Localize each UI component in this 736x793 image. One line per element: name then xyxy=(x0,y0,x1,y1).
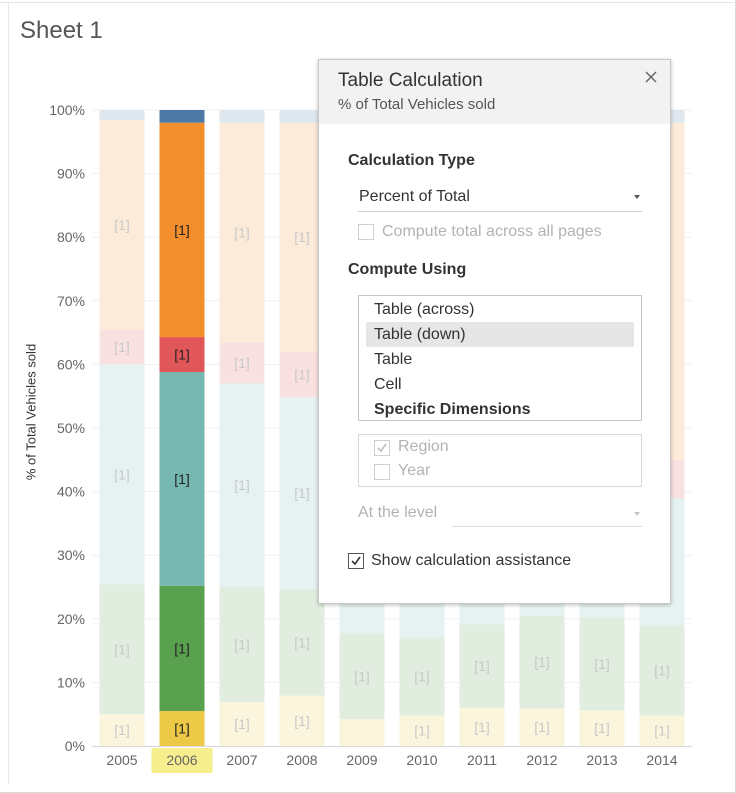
x-tick-label: 2010 xyxy=(406,752,437,768)
check-icon xyxy=(377,443,387,453)
calculation-type-value: Percent of Total xyxy=(359,188,470,205)
segment-label: [1] xyxy=(114,217,130,233)
x-tick-label: 2013 xyxy=(586,752,617,768)
at-the-level-dropdown[interactable] xyxy=(452,502,642,527)
segment-label: [1] xyxy=(594,656,610,672)
segment-label: [1] xyxy=(534,719,550,735)
x-tick-label: 2009 xyxy=(346,752,377,768)
at-the-level-label: At the level xyxy=(358,504,438,521)
segment-label: [1] xyxy=(114,339,130,355)
y-tick-label: 80% xyxy=(57,229,85,245)
segment-label: [1] xyxy=(414,668,430,684)
region-checkbox[interactable] xyxy=(374,440,390,456)
segment-label: [1] xyxy=(114,466,130,482)
segment-label: [1] xyxy=(474,658,490,674)
bar-segment xyxy=(159,110,205,123)
x-tick-label: 2008 xyxy=(286,752,317,768)
x-tick-label: 2007 xyxy=(226,752,257,768)
segment-label: [1] xyxy=(294,713,310,729)
y-tick-label: 40% xyxy=(57,484,85,500)
segment-label: [1] xyxy=(234,716,250,732)
bar-segment xyxy=(99,110,145,121)
segment-label: [1] xyxy=(114,722,130,738)
chevron-down-icon xyxy=(634,512,640,516)
close-icon[interactable] xyxy=(642,68,660,86)
year-label: Year xyxy=(398,462,431,479)
compute-option-specific-dimensions[interactable]: Specific Dimensions xyxy=(366,397,634,422)
segment-label: [1] xyxy=(594,720,610,736)
bar-segment xyxy=(219,110,265,123)
segment-label: [1] xyxy=(414,723,430,739)
segment-label: [1] xyxy=(174,721,190,737)
chevron-down-icon xyxy=(634,195,640,199)
show-assist-checkbox[interactable] xyxy=(348,553,364,569)
dialog-header: Table Calculation % of Total Vehicles so… xyxy=(319,60,670,124)
compute-option-table-across[interactable]: Table (across) xyxy=(366,297,634,322)
segment-label: [1] xyxy=(294,485,310,501)
y-tick-label: 10% xyxy=(57,674,85,690)
segment-label: [1] xyxy=(294,229,310,245)
compute-total-checkbox[interactable] xyxy=(358,224,374,240)
segment-label: [1] xyxy=(294,367,310,383)
segment-label: [1] xyxy=(654,723,670,739)
compute-option-table[interactable]: Table xyxy=(366,347,634,372)
compute-option-cell[interactable]: Cell xyxy=(366,372,634,397)
year-checkbox[interactable] xyxy=(374,464,390,480)
dimensions-box: Region Year xyxy=(358,434,642,487)
segment-label: [1] xyxy=(114,641,130,657)
region-label: Region xyxy=(398,438,449,455)
segment-label: [1] xyxy=(234,225,250,241)
segment-label: [1] xyxy=(234,637,250,653)
segment-label: [1] xyxy=(474,719,490,735)
segment-label: [1] xyxy=(354,668,370,684)
table-calculation-dialog: Table Calculation % of Total Vehicles so… xyxy=(318,59,671,604)
compute-option-table-down[interactable]: Table (down) xyxy=(366,322,634,347)
x-tick-label: 2011 xyxy=(467,752,497,768)
segment-label: [1] xyxy=(174,471,190,487)
x-tick-label: 2014 xyxy=(646,752,677,768)
bar-segment xyxy=(339,719,385,746)
y-tick-label: 60% xyxy=(57,356,85,372)
compute-total-label: Compute total across all pages xyxy=(382,223,602,240)
show-assist-label: Show calculation assistance xyxy=(371,552,572,569)
y-tick-label: 50% xyxy=(57,420,85,436)
segment-label: [1] xyxy=(234,355,250,371)
y-tick-label: 100% xyxy=(49,102,85,118)
compute-using-heading: Compute Using xyxy=(348,261,467,278)
segment-label: [1] xyxy=(174,347,190,363)
x-tick-label: 2006 xyxy=(166,752,197,768)
compute-using-list: Table (across) Table (down) Table Cell S… xyxy=(358,295,642,421)
y-tick-label: 0% xyxy=(65,738,85,754)
dialog-subtitle: % of Total Vehicles sold xyxy=(338,96,496,113)
calculation-type-dropdown[interactable]: Percent of Total xyxy=(358,185,642,212)
check-icon xyxy=(351,556,361,566)
segment-label: [1] xyxy=(534,654,550,670)
segment-label: [1] xyxy=(234,477,250,493)
y-tick-label: 90% xyxy=(57,166,85,182)
segment-label: [1] xyxy=(294,634,310,650)
y-tick-label: 20% xyxy=(57,611,85,627)
segment-label: [1] xyxy=(174,640,190,656)
x-tick-label: 2005 xyxy=(106,752,137,768)
calculation-type-heading: Calculation Type xyxy=(348,152,475,169)
segment-label: [1] xyxy=(654,662,670,678)
y-tick-label: 70% xyxy=(57,293,85,309)
dialog-title: Table Calculation xyxy=(338,70,483,91)
x-tick-label: 2012 xyxy=(526,752,557,768)
y-tick-label: 30% xyxy=(57,547,85,563)
segment-label: [1] xyxy=(174,222,190,238)
